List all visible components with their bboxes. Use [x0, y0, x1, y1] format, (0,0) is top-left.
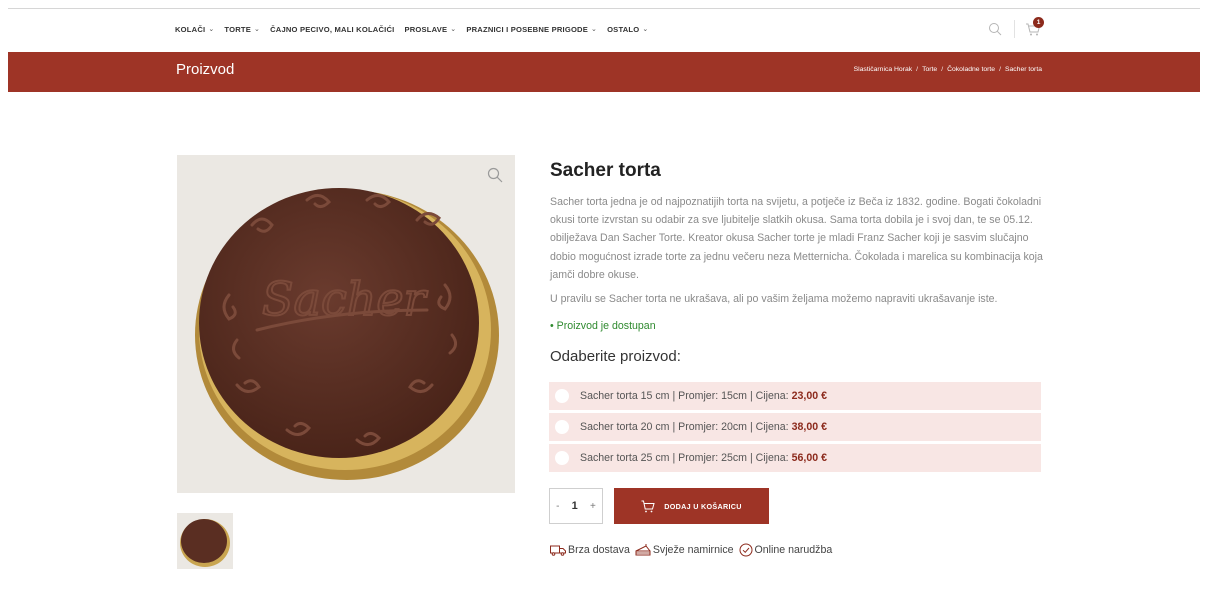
header-icons: 1 [988, 17, 1044, 40]
breadcrumb-separator: / [941, 66, 944, 73]
breadcrumb-torte[interactable]: Torte [922, 66, 937, 73]
nav-item-torte[interactable]: TORTE ⌄ [224, 25, 260, 34]
product-features: Brza dostava Svježe namirnice Online nar… [550, 543, 837, 557]
nav-item-kolaci[interactable]: KOLAČI ⌄ [175, 25, 214, 34]
breadcrumb-cokoladne-torte[interactable]: Čokoladne torte [947, 66, 995, 73]
option-price: 38,00 € [791, 421, 827, 433]
breadcrumb-current: Sacher torta [1004, 66, 1042, 73]
option-20cm[interactable]: Sacher torta 20 cm | Promjer: 20cm | Cij… [549, 413, 1041, 441]
cart-icon[interactable]: 1 [1025, 17, 1044, 37]
cake-slice-icon [635, 543, 651, 555]
zoom-icon[interactable] [487, 167, 503, 188]
stock-status: • Proizvod je dostupan [550, 320, 656, 332]
choose-product-label: Odaberite proizvod: [550, 348, 681, 365]
search-icon[interactable] [988, 22, 1002, 36]
quantity-decrease-button[interactable]: - [556, 501, 559, 512]
chevron-down-icon: ⌄ [591, 26, 598, 33]
breadcrumb-separator: / [999, 66, 1001, 73]
breadcrumb-separator: / [916, 66, 919, 73]
product-decoration-note: U pravilu se Sacher torta ne ukrašava, a… [550, 293, 998, 305]
breadcrumb-home[interactable]: Slastičarnica Horak [854, 66, 913, 73]
nav-item-ostalo[interactable]: OSTALO ⌄ [607, 25, 648, 34]
check-circle-icon [739, 543, 753, 557]
product-thumbnail[interactable] [177, 513, 233, 569]
option-25cm[interactable]: Sacher torta 25 cm | Promjer: 25cm | Cij… [549, 444, 1041, 472]
chevron-down-icon: ⌄ [208, 26, 215, 33]
breadcrumb: Slastičarnica Horak / Torte / Čokoladne … [854, 66, 1042, 73]
quantity-stepper: - 1 + [549, 488, 603, 524]
radio-button[interactable] [555, 420, 569, 434]
option-15cm[interactable]: Sacher torta 15 cm | Promjer: 15cm | Cij… [549, 382, 1041, 410]
product-description: Sacher torta jedna je od najpoznatijih t… [550, 196, 1043, 281]
main-nav: KOLAČI ⌄ TORTE ⌄ ČAJNO PECIVO, MALI KOLAČI… [175, 22, 658, 36]
quantity-input[interactable]: 1 [572, 500, 578, 512]
feature-online-order: Online narudžba [739, 543, 832, 557]
top-divider [8, 8, 1200, 9]
radio-button[interactable] [555, 389, 569, 403]
radio-button[interactable] [555, 451, 569, 465]
nav-item-praznici[interactable]: PRAZNICI I POSEBNE PRIGODE ⌄ [466, 25, 597, 34]
product-main-image[interactable]: Sacher [177, 155, 515, 493]
page-banner: Proizvod Slastičarnica Horak / Torte / Č… [8, 52, 1200, 92]
page-title: Proizvod [176, 61, 235, 78]
chevron-down-icon: ⌄ [450, 26, 457, 33]
truck-icon [550, 545, 566, 556]
option-price: 23,00 € [791, 390, 827, 402]
cart-icon [641, 500, 655, 512]
chevron-down-icon: ⌄ [642, 26, 649, 33]
nav-item-proslave[interactable]: PROSLAVE ⌄ [404, 25, 456, 34]
product-options: Sacher torta 15 cm | Promjer: 15cm | Cij… [549, 382, 1041, 475]
nav-item-cajno-pecivo[interactable]: ČAJNO PECIVO, MALI KOLAČIĆI [270, 25, 394, 34]
cart-count-badge: 1 [1033, 17, 1044, 28]
product-title: Sacher torta [550, 160, 661, 181]
feature-fast-delivery: Brza dostava [550, 544, 630, 556]
quantity-increase-button[interactable]: + [590, 501, 596, 512]
header-icon-divider [1014, 20, 1015, 38]
chevron-down-icon: ⌄ [254, 26, 261, 33]
cake-lettering: Sacher [262, 272, 429, 326]
option-price: 56,00 € [791, 452, 827, 464]
feature-fresh-ingredients: Svježe namirnice [635, 543, 734, 557]
add-to-cart-button[interactable]: DODAJ U KOŠARICU [614, 488, 769, 524]
